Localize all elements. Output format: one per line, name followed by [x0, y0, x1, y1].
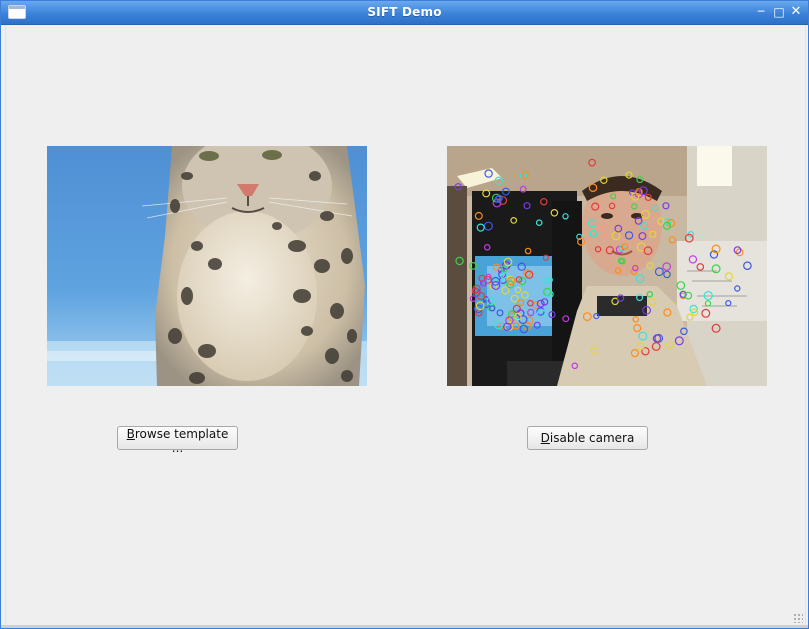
- camera-image-graphic: [447, 146, 767, 386]
- resize-grip-icon[interactable]: [793, 613, 803, 623]
- maximize-icon[interactable]: □: [771, 4, 787, 20]
- disable-camera-button[interactable]: Disable camera: [527, 426, 648, 450]
- window-title: SIFT Demo: [367, 5, 442, 19]
- minimize-icon[interactable]: ─: [753, 4, 769, 20]
- camera-image: [447, 146, 767, 386]
- close-icon[interactable]: ✕: [788, 4, 804, 20]
- browse-template-button[interactable]: Browse template ...: [117, 426, 238, 455]
- title-bar[interactable]: SIFT Demo ─ □ ✕: [1, 1, 808, 25]
- template-image-graphic: [47, 146, 367, 386]
- template-image: [47, 146, 367, 386]
- window-bottom-edge: [1, 625, 808, 628]
- app-window: SIFT Demo ─ □ ✕ Browse template ... Disa…: [0, 0, 809, 629]
